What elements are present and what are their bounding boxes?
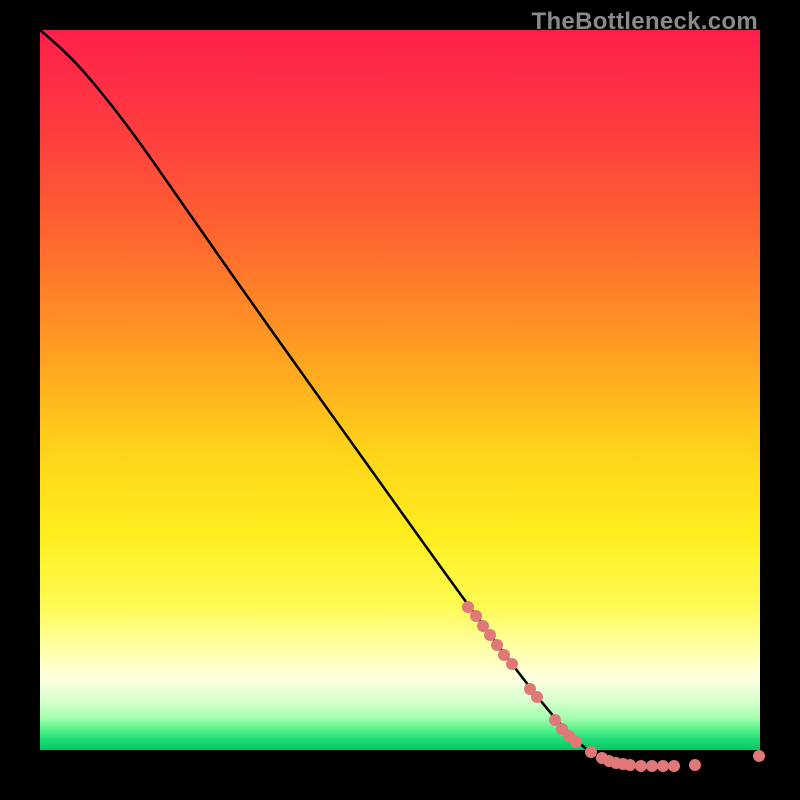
chart-curve <box>40 30 760 770</box>
data-point <box>668 760 680 772</box>
data-point <box>506 658 518 670</box>
chart-plot-area <box>40 30 760 770</box>
stage: TheBottleneck.com <box>0 0 800 800</box>
data-point <box>753 750 765 762</box>
data-point <box>585 746 597 758</box>
data-point <box>657 760 669 772</box>
